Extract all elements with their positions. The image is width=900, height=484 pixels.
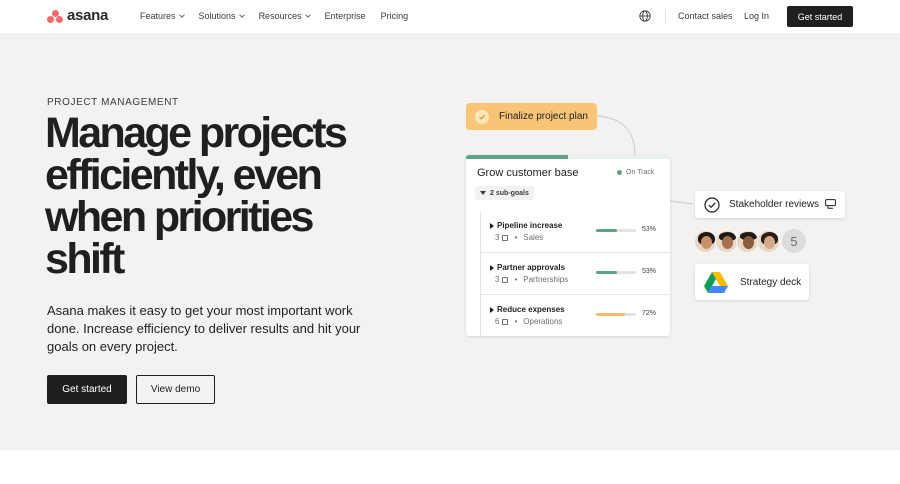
brand-wordmark: asana bbox=[67, 7, 109, 24]
subgoal-percent: 53% bbox=[642, 268, 657, 275]
subgoal-name: Reduce expenses bbox=[490, 305, 565, 314]
asana-logo[interactable]: asana bbox=[47, 7, 109, 24]
avatar bbox=[694, 229, 717, 253]
avatar-face bbox=[722, 235, 733, 249]
subgoal-progress-track bbox=[596, 271, 636, 274]
subgoal-icon bbox=[502, 276, 509, 283]
caret-down-icon bbox=[480, 191, 486, 195]
log-in-link[interactable]: Log In bbox=[744, 11, 769, 21]
nav-enterprise[interactable]: Enterprise bbox=[325, 11, 366, 21]
avatar-face bbox=[701, 235, 712, 249]
nav-get-started-button[interactable]: Get started bbox=[787, 6, 853, 27]
collaborator-avatars: 5 bbox=[694, 229, 806, 253]
strategy-deck-label: Strategy deck bbox=[740, 276, 802, 288]
subgoals-toggle: 2 sub-goals bbox=[475, 186, 534, 200]
avatar-face bbox=[743, 235, 754, 249]
nav-features[interactable]: Features bbox=[140, 11, 185, 21]
eyebrow-label: PROJECT MANAGEMENT bbox=[47, 97, 179, 108]
goal-progress-fill bbox=[466, 155, 568, 159]
goal-card: Grow customer base On Track 2 sub-goals … bbox=[466, 155, 670, 336]
subgoal-name-text: Partner approvals bbox=[497, 263, 566, 272]
task-chip-label: Finalize project plan bbox=[499, 111, 588, 122]
subgoal-row: Reduce expenses 6 • Operations 72% bbox=[481, 295, 670, 336]
subtask-icon bbox=[825, 199, 836, 209]
nav-pricing-label: Pricing bbox=[380, 11, 409, 21]
meta-separator: • bbox=[514, 275, 518, 284]
goal-title: Grow customer base bbox=[477, 167, 579, 179]
nav-divider bbox=[665, 9, 666, 24]
globe-icon[interactable] bbox=[639, 10, 651, 22]
subgoal-row: Pipeline increase 3 • Sales 53% bbox=[481, 211, 670, 253]
avatar bbox=[757, 229, 780, 253]
meta-separator: • bbox=[514, 233, 518, 242]
subgoal-team: Partnerships bbox=[523, 275, 569, 284]
nav-links: Features Solutions Resources Enterprise … bbox=[140, 11, 423, 21]
asana-dots-icon bbox=[47, 9, 63, 23]
nav-solutions[interactable]: Solutions bbox=[198, 11, 245, 21]
subgoal-name-text: Pipeline increase bbox=[497, 221, 563, 230]
nav-enterprise-label: Enterprise bbox=[324, 11, 366, 21]
subgoal-name-text: Reduce expenses bbox=[497, 305, 565, 314]
hero-section: PROJECT MANAGEMENT Manage projects effic… bbox=[0, 33, 900, 450]
stakeholder-card: Stakeholder reviews bbox=[695, 191, 845, 218]
subgoal-meta: 3 • Partnerships bbox=[495, 275, 568, 284]
subgoal-meta: 6 • Operations bbox=[495, 317, 562, 326]
google-drive-icon bbox=[704, 271, 728, 293]
avatar bbox=[736, 229, 759, 253]
hero-headline: Manage projects efficiently, even when p… bbox=[45, 109, 348, 283]
check-circle-icon bbox=[475, 109, 489, 124]
subgoal-list: Pipeline increase 3 • Sales 53% Partner ap… bbox=[480, 211, 670, 336]
subgoal-progress-track bbox=[596, 313, 636, 316]
check-circle-icon bbox=[704, 196, 720, 213]
subgoal-row: Partner approvals 3 • Partnerships 53% bbox=[481, 253, 670, 295]
nav-features-label: Features bbox=[140, 11, 176, 21]
subgoal-team: Operations bbox=[523, 317, 563, 326]
status-dot-icon bbox=[617, 170, 622, 175]
subgoal-progress-fill bbox=[596, 229, 618, 232]
subgoal-icon bbox=[502, 234, 509, 241]
status-badge: On Track bbox=[617, 169, 654, 176]
meta-separator: • bbox=[514, 317, 518, 326]
avatar-overflow-count: 5 bbox=[782, 229, 806, 253]
subgoal-percent: 72% bbox=[642, 310, 657, 317]
strategy-deck-card: Strategy deck bbox=[695, 264, 809, 300]
nav-resources-label: Resources bbox=[258, 11, 302, 21]
hero-subcopy: Asana makes it easy to get your most imp… bbox=[47, 303, 361, 354]
avatar bbox=[715, 229, 738, 253]
contact-sales-link[interactable]: Contact sales bbox=[678, 11, 733, 21]
caret-right-icon bbox=[490, 306, 494, 313]
subgoal-count: 3 bbox=[495, 275, 500, 284]
status-text: On Track bbox=[626, 169, 655, 176]
task-chip: Finalize project plan bbox=[466, 103, 597, 130]
nav-pricing[interactable]: Pricing bbox=[381, 11, 409, 21]
subgoal-progress-track bbox=[596, 229, 636, 232]
chevron-down-icon bbox=[178, 12, 185, 18]
avatar-face bbox=[764, 235, 775, 249]
subgoal-percent: 53% bbox=[642, 226, 657, 233]
stakeholder-label: Stakeholder reviews bbox=[729, 199, 820, 210]
subgoal-progress-fill bbox=[596, 313, 625, 316]
chevron-down-icon bbox=[238, 12, 245, 18]
view-demo-button[interactable]: View demo bbox=[136, 375, 215, 404]
nav-solutions-label: Solutions bbox=[198, 11, 236, 21]
subgoal-name: Partner approvals bbox=[490, 263, 565, 272]
subgoals-label: 2 sub-goals bbox=[490, 189, 529, 197]
subgoal-icon bbox=[502, 318, 509, 325]
caret-right-icon bbox=[490, 264, 494, 271]
nav-resources[interactable]: Resources bbox=[258, 11, 311, 21]
subgoal-team: Sales bbox=[523, 233, 544, 242]
subgoal-name: Pipeline increase bbox=[490, 221, 562, 230]
chevron-down-icon bbox=[304, 12, 311, 18]
top-nav: asana Features Solutions Resources Enter… bbox=[0, 0, 900, 33]
subgoal-count: 3 bbox=[495, 233, 500, 242]
caret-right-icon bbox=[490, 222, 494, 229]
subgoal-count: 6 bbox=[495, 317, 500, 326]
subgoal-meta: 3 • Sales bbox=[495, 233, 543, 242]
get-started-button[interactable]: Get started bbox=[47, 375, 127, 404]
subgoal-progress-fill bbox=[596, 271, 618, 274]
